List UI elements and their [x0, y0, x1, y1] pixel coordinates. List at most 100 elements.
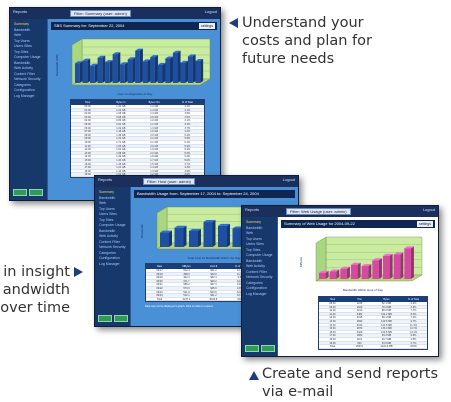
table-cell: 0.86 GB — [116, 119, 126, 122]
table-cell: 5.6% — [184, 151, 191, 155]
table-cell: 05:00 — [84, 122, 91, 126]
caption-line: Understand your — [242, 15, 364, 31]
sidebar-buttons — [245, 345, 275, 352]
sidebar-item[interactable]: Network Security — [242, 275, 277, 281]
filter-selector[interactable]: Filter: Summary (user: admin) — [70, 10, 131, 17]
table-cell: 5.9% — [184, 144, 191, 148]
email-button[interactable] — [114, 315, 128, 322]
table-row[interactable]: Total 25470 1241.6 MB 100% — [319, 345, 427, 349]
table-cell: 52.1 MB — [381, 302, 392, 305]
report-button[interactable] — [245, 345, 259, 352]
table-cell: 1.4 GB — [150, 166, 159, 169]
table-cell: 4.2% — [410, 302, 417, 305]
table-cell: 104.2 MB — [381, 312, 392, 316]
sidebar-item[interactable]: Network Security — [95, 245, 130, 251]
chart-bar — [165, 56, 174, 83]
chart-bar — [112, 52, 121, 83]
chart-bar — [180, 60, 189, 83]
table-cell: $40.0 — [210, 272, 217, 276]
table-cell: 5.2% — [184, 133, 191, 137]
table-cell: 3.1% — [184, 119, 191, 122]
email-button[interactable] — [29, 189, 43, 196]
caption-line: future needs — [242, 51, 335, 67]
table-cell: 588.2 — [183, 283, 190, 286]
table-cell: 15:00 — [84, 158, 91, 162]
table-cell: 3.7% — [184, 126, 191, 130]
filter-selector[interactable]: Filter: Host (user: admin) — [143, 178, 196, 185]
table-cell: 1.02 GB — [116, 126, 126, 130]
table-cell: 2.2 GB — [150, 137, 159, 140]
table-cell: 3420 — [356, 330, 363, 334]
table-cell: 96.0 MB — [381, 309, 392, 312]
chart-bar — [97, 55, 106, 83]
logout-link[interactable]: Logout — [205, 9, 217, 14]
table-cell: 18:00 — [329, 337, 336, 341]
data-table: Hour Hits Bytes% of Total 08:00 1245 52.1 MB 4… — [318, 296, 428, 350]
table-cell: 1620 — [356, 305, 363, 309]
chart-bar — [135, 48, 143, 83]
table-cell: 08:00 — [329, 302, 336, 305]
sidebar-item[interactable]: Log Manager — [242, 292, 277, 298]
table-cell: 402.3 — [183, 276, 190, 279]
table-cell: $41.2 — [210, 294, 217, 297]
chart-bar — [218, 223, 230, 247]
web-usage-window[interactable]: Reports Filter: Web Usage (user: admin) … — [241, 205, 439, 357]
table-cell: 541.6 — [183, 290, 190, 294]
filter-selector[interactable]: Filter: Web Usage (user: admin) — [286, 208, 351, 215]
settings-button[interactable]: settings — [198, 23, 215, 29]
table-cell: 18:00 — [84, 169, 91, 173]
table-cell: 88.1 MB — [381, 316, 392, 319]
report-content: Summary of Web Usage for 2004-09-22 sett… — [278, 217, 438, 356]
table-row[interactable]: Total4237.2$340.8100% — [146, 298, 254, 302]
web-usage-chart: Bandwidth Within Hour of Day MBytes — [298, 231, 428, 293]
report-button[interactable] — [13, 189, 27, 196]
chart-bar — [187, 54, 196, 83]
table-cell: 9.7% — [410, 319, 417, 323]
table-cell: 03:00 — [84, 115, 91, 119]
sidebar-item[interactable]: Log Manager — [10, 94, 47, 100]
table-cell: 06:00 — [84, 126, 91, 130]
sidebar-item[interactable]: Computer Usage — [95, 223, 130, 229]
chart-bar — [372, 258, 382, 279]
table-cell: 3.3% — [184, 122, 191, 126]
table-cell: 6.3% — [410, 305, 417, 309]
sidebar-item[interactable]: Log Manager — [95, 262, 130, 268]
chart-bar — [351, 262, 361, 279]
caption-line: andwidth — [2, 282, 70, 298]
chart-bar — [383, 253, 393, 279]
window-app-label: Reports — [245, 207, 260, 212]
table-cell: 1.5 GB — [150, 162, 159, 166]
report-content: SBS Summary for: September 22, 2004 sett… — [48, 19, 220, 200]
table-cell: $32.4 — [210, 276, 217, 279]
table-cell: 14:00 — [329, 323, 336, 327]
data-table: Hour Bytes In Bytes Out% of Total 00:00 1.32… — [70, 99, 205, 178]
settings-button[interactable]: settings — [416, 221, 433, 227]
report-button[interactable] — [98, 315, 112, 322]
table-cell: 133.0 MB — [381, 327, 392, 330]
table-cell: 84.3 MB — [381, 334, 392, 337]
table-cell: 1.49 GB — [116, 155, 126, 158]
table-cell: 16:00 — [329, 330, 336, 334]
email-button[interactable] — [261, 345, 275, 352]
table-cell: 6.1% — [184, 140, 191, 144]
email-caption: Create and send reports via e-mail — [262, 365, 451, 401]
logout-link[interactable]: Logout — [283, 177, 295, 182]
table-cell: 120.5 MB — [381, 319, 392, 323]
summary-report-window[interactable]: Reports Filter: Summary (user: admin) Lo… — [9, 7, 221, 201]
sidebar-item[interactable]: Computer Usage — [242, 253, 277, 259]
table-cell: 2.0 GB — [150, 151, 159, 155]
table-cell: 1.7 GB — [150, 158, 159, 162]
sidebar-buttons — [98, 315, 128, 322]
table-cell: 09/23 — [156, 290, 163, 294]
table-cell: 611.7 — [183, 279, 190, 283]
chart-xlabel: Total Cost for Bandwidth Within the Day — [188, 256, 241, 260]
table-cell: 12:00 — [84, 148, 91, 151]
table-cell: 17:00 — [84, 166, 91, 169]
table-cell: 01:00 — [84, 108, 91, 112]
table-cell: 14:00 — [84, 155, 91, 158]
pointer-left-icon — [229, 18, 238, 28]
chart-bar — [75, 61, 83, 83]
table-cell: 78.4 MB — [381, 305, 392, 309]
logout-link[interactable]: Logout — [423, 207, 435, 212]
table-cell: 1.9 GB — [150, 148, 159, 151]
